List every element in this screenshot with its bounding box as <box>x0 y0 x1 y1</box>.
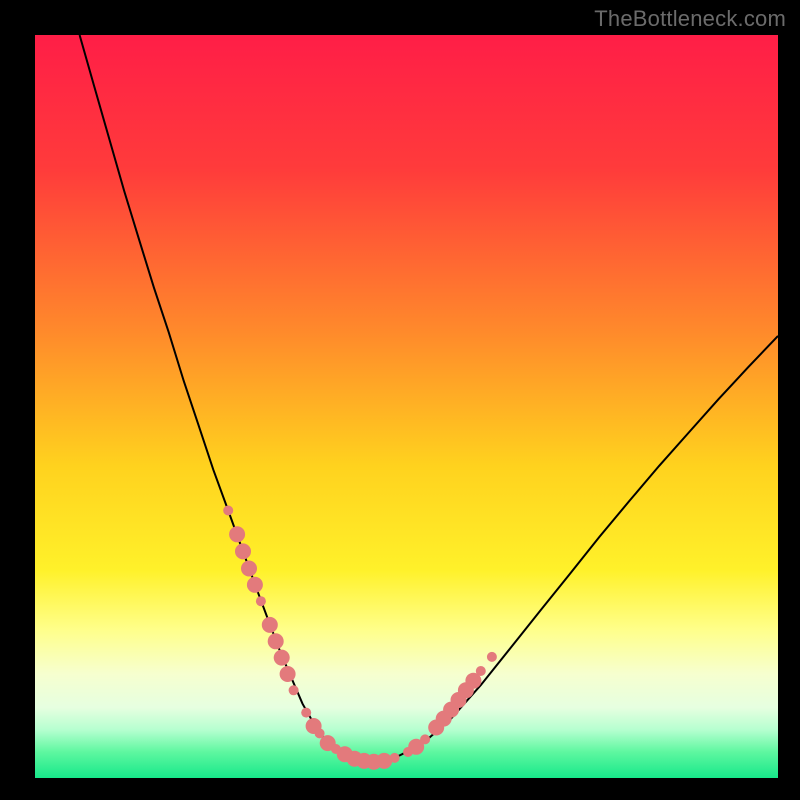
marker-dot <box>241 561 257 577</box>
marker-dot <box>487 652 497 662</box>
marker-dot <box>301 708 311 718</box>
marker-dot <box>376 753 392 769</box>
bottleneck-chart <box>0 0 800 800</box>
marker-dot <box>229 526 245 542</box>
marker-dot <box>262 617 278 633</box>
watermark-text: TheBottleneck.com <box>594 6 786 32</box>
marker-dot <box>476 666 486 676</box>
marker-dot <box>390 753 400 763</box>
marker-dot <box>247 577 263 593</box>
chart-container: TheBottleneck.com <box>0 0 800 800</box>
marker-dot <box>289 685 299 695</box>
marker-dot <box>256 596 266 606</box>
marker-dot <box>223 506 233 516</box>
marker-dot <box>268 633 284 649</box>
plot-background <box>35 35 778 778</box>
marker-dot <box>420 734 430 744</box>
marker-dot <box>235 543 251 559</box>
marker-dot <box>274 650 290 666</box>
marker-dot <box>280 666 296 682</box>
